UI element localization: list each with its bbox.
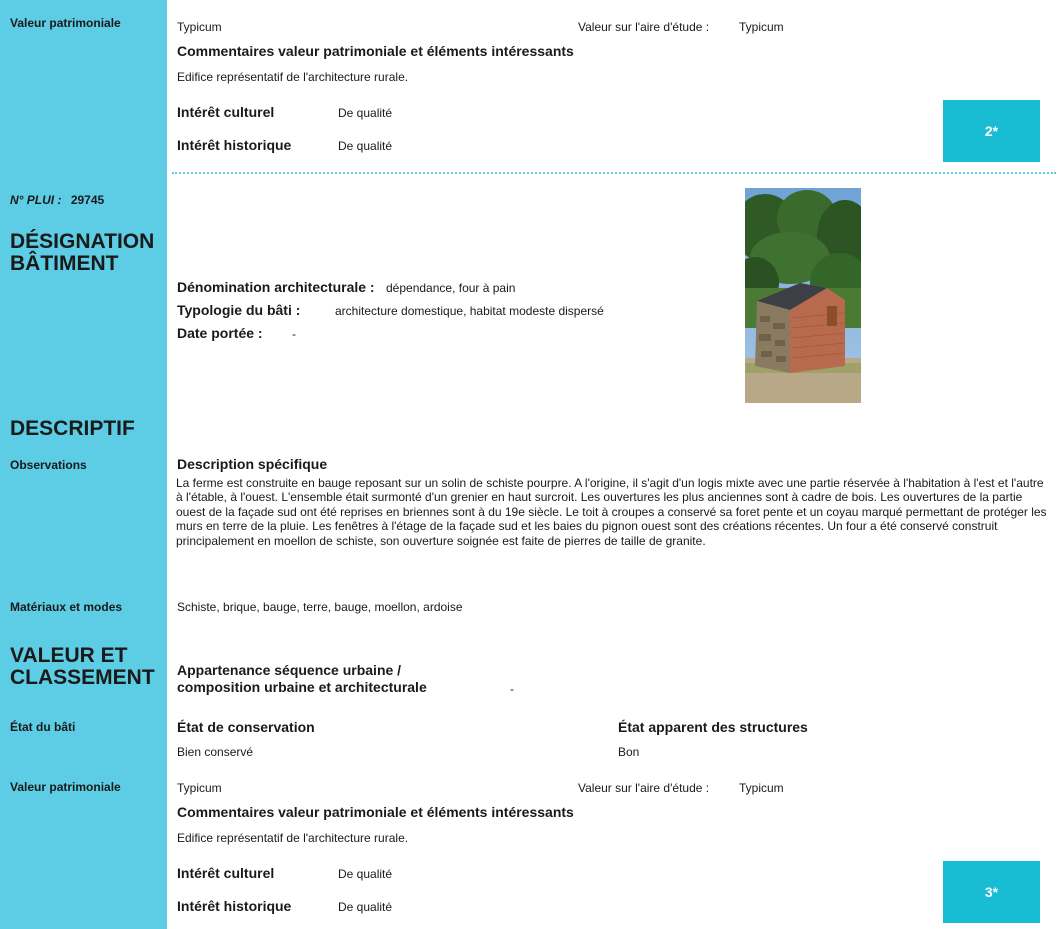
materiaux-label: Matériaux et modes: [10, 600, 123, 614]
interet-culturel-value-2: De qualité: [338, 867, 393, 881]
commentaires-text: Edifice représentatif de l'architecture …: [177, 70, 409, 84]
denomination-label: Dénomination architecturale :: [177, 279, 375, 295]
section-divider: [172, 172, 1056, 174]
designation-heading: DÉSIGNATION BÂTIMENT: [10, 230, 155, 275]
description-title: Description spécifique: [177, 456, 328, 472]
typologie-value: architecture domestique, habitat modeste…: [335, 304, 604, 318]
interet-culturel-value: De qualité: [338, 106, 393, 120]
plui-label: N° PLUI :: [10, 193, 62, 207]
etat-bati-label: État du bâti: [10, 720, 76, 734]
etat-conservation-value: Bien conservé: [177, 745, 254, 759]
aire-etude-label: Valeur sur l'aire d'étude :: [578, 20, 710, 34]
appartenance-value: -: [510, 682, 514, 696]
valeur-patrimoniale-value-2: Typicum: [177, 781, 222, 795]
etat-structures-title: État apparent des structures: [618, 719, 808, 735]
interet-historique-value-2: De qualité: [338, 900, 393, 914]
interet-historique-label: Intérêt historique: [177, 137, 292, 153]
plui-number: 29745: [70, 193, 105, 207]
appartenance-line1: Appartenance séquence urbaine /: [177, 662, 402, 678]
building-photo: [745, 188, 861, 403]
appartenance-label: Appartenance séquence urbaine / composit…: [177, 662, 427, 696]
valeur-classement-heading: VALEUR ET CLASSEMENT: [10, 644, 155, 689]
descriptif-heading: DESCRIPTIF: [10, 417, 135, 440]
etat-structures-value: Bon: [618, 745, 640, 759]
valeur-patrimoniale-value: Typicum: [177, 20, 222, 34]
observations-label: Observations: [10, 458, 87, 472]
aire-etude-label-2: Valeur sur l'aire d'étude :: [578, 781, 710, 795]
typologie-label: Typologie du bâti :: [177, 302, 301, 318]
materiaux-value: Schiste, brique, bauge, terre, bauge, mo…: [177, 600, 463, 614]
description-text: La ferme est construite en bauge reposan…: [176, 476, 1047, 548]
commentaires-title-2: Commentaires valeur patrimoniale et élém…: [177, 804, 574, 820]
score-badge: 2*: [943, 100, 1040, 162]
date-label: Date portée :: [177, 325, 263, 341]
denomination-value: dépendance, four à pain: [386, 281, 516, 295]
date-value: -: [292, 327, 296, 341]
interet-culturel-label: Intérêt culturel: [177, 104, 275, 120]
score-badge-2: 3*: [943, 861, 1040, 923]
interet-culturel-label-2: Intérêt culturel: [177, 865, 275, 881]
valeur-patrimoniale-label-2: Valeur patrimoniale: [10, 780, 121, 794]
interet-historique-label-2: Intérêt historique: [177, 898, 292, 914]
interet-historique-value: De qualité: [338, 139, 393, 153]
etat-conservation-title: État de conservation: [177, 719, 315, 735]
aire-etude-value-2: Typicum: [739, 781, 784, 795]
commentaires-title: Commentaires valeur patrimoniale et élém…: [177, 43, 574, 59]
plui-row: N° PLUI : 29745: [10, 193, 104, 207]
appartenance-line2: composition urbaine et architecturale: [177, 679, 427, 695]
commentaires-text-2: Edifice représentatif de l'architecture …: [177, 831, 409, 845]
valeur-patrimoniale-label: Valeur patrimoniale: [10, 16, 121, 30]
aire-etude-value: Typicum: [739, 20, 784, 34]
